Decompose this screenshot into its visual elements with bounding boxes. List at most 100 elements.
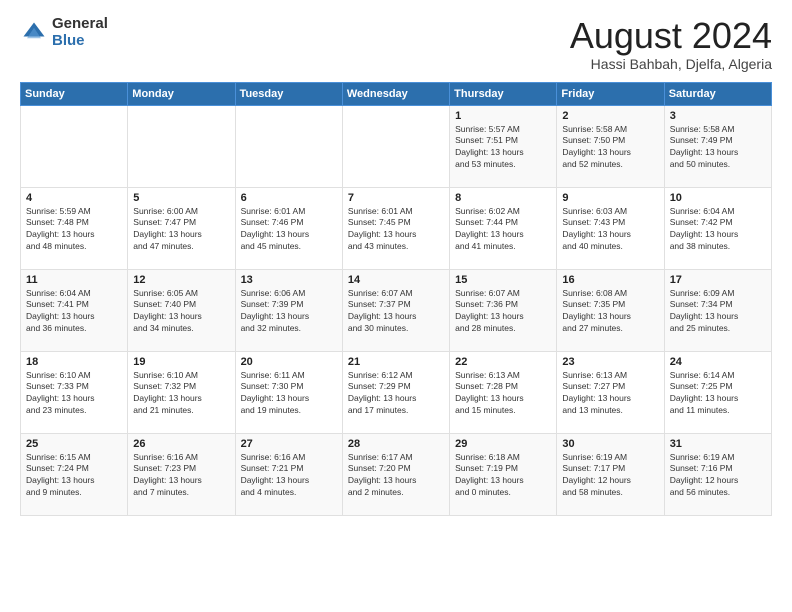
- day-info: Sunrise: 6:07 AM Sunset: 7:37 PM Dayligh…: [348, 288, 444, 336]
- day-info: Sunrise: 6:10 AM Sunset: 7:32 PM Dayligh…: [133, 370, 229, 418]
- day-number: 6: [241, 192, 337, 204]
- day-info: Sunrise: 6:04 AM Sunset: 7:42 PM Dayligh…: [670, 206, 766, 254]
- calendar-cell: 28Sunrise: 6:17 AM Sunset: 7:20 PM Dayli…: [342, 433, 449, 515]
- day-info: Sunrise: 6:13 AM Sunset: 7:27 PM Dayligh…: [562, 370, 658, 418]
- calendar-cell: 12 Sunrise: 6:05 AM Sunset: 7:40 PM Dayli…: [128, 269, 235, 351]
- day-number: 14: [348, 274, 444, 286]
- month-title: August 2024: [570, 16, 772, 56]
- logo-general-text: General: [52, 16, 108, 33]
- calendar-cell: [235, 105, 342, 187]
- day-info: Sunrise: 6:10 AM Sunset: 7:33 PM Dayligh…: [26, 370, 122, 418]
- day-number: 3: [670, 110, 766, 122]
- day-number: 18: [26, 356, 122, 368]
- day-info: Sunrise: 6:02 AM Sunset: 7:44 PM Dayligh…: [455, 206, 551, 254]
- calendar-cell: 8 Sunrise: 6:02 AM Sunset: 7:44 PM Daylig…: [450, 187, 557, 269]
- day-number: 11: [26, 274, 122, 286]
- calendar-cell: 31 Sunrise: 6:19 AM Sunset: 7:16 PM Dayli…: [664, 433, 771, 515]
- day-number: 19: [133, 356, 229, 368]
- col-monday: Monday: [128, 82, 235, 105]
- day-info: Sunrise: 5:59 AM Sunset: 7:48 PM Dayligh…: [26, 206, 122, 254]
- day-number: 15: [455, 274, 551, 286]
- logo-text: General Blue: [52, 16, 108, 49]
- day-number: 16: [562, 274, 658, 286]
- day-info: Sunrise: 6:14 AM Sunset: 7:25 PM Dayligh…: [670, 370, 766, 418]
- col-wednesday: Wednesday: [342, 82, 449, 105]
- day-number: 17: [670, 274, 766, 286]
- day-info: Sunrise: 6:01 AM Sunset: 7:46 PM Dayligh…: [241, 206, 337, 254]
- day-number: 29: [455, 438, 551, 450]
- day-number: 26: [133, 438, 229, 450]
- day-number: 20: [241, 356, 337, 368]
- day-number: 22: [455, 356, 551, 368]
- day-info: Sunrise: 6:11 AM Sunset: 7:30 PM Dayligh…: [241, 370, 337, 418]
- calendar-cell: [21, 105, 128, 187]
- day-number: 30: [562, 438, 658, 450]
- day-info: Sunrise: 6:16 AM Sunset: 7:23 PM Dayligh…: [133, 452, 229, 500]
- day-number: 28: [348, 438, 444, 450]
- col-sunday: Sunday: [21, 82, 128, 105]
- calendar-cell: 7 Sunrise: 6:01 AM Sunset: 7:45 PM Daylig…: [342, 187, 449, 269]
- calendar-cell: 17 Sunrise: 6:09 AM Sunset: 7:34 PM Dayli…: [664, 269, 771, 351]
- calendar-cell: 14 Sunrise: 6:07 AM Sunset: 7:37 PM Dayli…: [342, 269, 449, 351]
- page: General Blue August 2024 Hassi Bahbah, D…: [0, 0, 792, 612]
- day-info: Sunrise: 6:13 AM Sunset: 7:28 PM Dayligh…: [455, 370, 551, 418]
- day-info: Sunrise: 6:15 AM Sunset: 7:24 PM Dayligh…: [26, 452, 122, 500]
- calendar-week-row: 11 Sunrise: 6:04 AM Sunset: 7:41 PM Dayli…: [21, 269, 772, 351]
- calendar-cell: 26 Sunrise: 6:16 AM Sunset: 7:23 PM Dayli…: [128, 433, 235, 515]
- calendar-week-row: 18 Sunrise: 6:10 AM Sunset: 7:33 PM Dayli…: [21, 351, 772, 433]
- day-number: 2: [562, 110, 658, 122]
- calendar-cell: 24 Sunrise: 6:14 AM Sunset: 7:25 PM Dayli…: [664, 351, 771, 433]
- day-info: Sunrise: 6:00 AM Sunset: 7:47 PM Dayligh…: [133, 206, 229, 254]
- calendar-cell: 29 Sunrise: 6:18 AM Sunset: 7:19 PM Dayli…: [450, 433, 557, 515]
- header: General Blue August 2024 Hassi Bahbah, D…: [20, 16, 772, 72]
- calendar-cell: 25Sunrise: 6:15 AM Sunset: 7:24 PM Dayli…: [21, 433, 128, 515]
- day-info: Sunrise: 6:09 AM Sunset: 7:34 PM Dayligh…: [670, 288, 766, 336]
- day-info: Sunrise: 6:03 AM Sunset: 7:43 PM Dayligh…: [562, 206, 658, 254]
- day-info: Sunrise: 6:18 AM Sunset: 7:19 PM Dayligh…: [455, 452, 551, 500]
- title-block: August 2024 Hassi Bahbah, Djelfa, Algeri…: [570, 16, 772, 72]
- day-info: Sunrise: 6:04 AM Sunset: 7:41 PM Dayligh…: [26, 288, 122, 336]
- calendar-cell: 23 Sunrise: 6:13 AM Sunset: 7:27 PM Dayli…: [557, 351, 664, 433]
- calendar-cell: 20 Sunrise: 6:11 AM Sunset: 7:30 PM Dayli…: [235, 351, 342, 433]
- day-number: 9: [562, 192, 658, 204]
- calendar-week-row: 25Sunrise: 6:15 AM Sunset: 7:24 PM Dayli…: [21, 433, 772, 515]
- day-number: 31: [670, 438, 766, 450]
- calendar-cell: 15Sunrise: 6:07 AM Sunset: 7:36 PM Dayli…: [450, 269, 557, 351]
- day-number: 13: [241, 274, 337, 286]
- calendar-cell: 18 Sunrise: 6:10 AM Sunset: 7:33 PM Dayli…: [21, 351, 128, 433]
- day-number: 23: [562, 356, 658, 368]
- day-info: Sunrise: 6:01 AM Sunset: 7:45 PM Dayligh…: [348, 206, 444, 254]
- col-saturday: Saturday: [664, 82, 771, 105]
- calendar-cell: 13 Sunrise: 6:06 AM Sunset: 7:39 PM Dayli…: [235, 269, 342, 351]
- calendar-cell: 19 Sunrise: 6:10 AM Sunset: 7:32 PM Dayli…: [128, 351, 235, 433]
- calendar-week-row: 4Sunrise: 5:59 AM Sunset: 7:48 PM Daylig…: [21, 187, 772, 269]
- calendar-cell: 2Sunrise: 5:58 AM Sunset: 7:50 PM Daylig…: [557, 105, 664, 187]
- calendar-table: Sunday Monday Tuesday Wednesday Thursday…: [20, 82, 772, 516]
- day-number: 24: [670, 356, 766, 368]
- day-info: Sunrise: 6:05 AM Sunset: 7:40 PM Dayligh…: [133, 288, 229, 336]
- calendar-cell: 6 Sunrise: 6:01 AM Sunset: 7:46 PM Daylig…: [235, 187, 342, 269]
- col-friday: Friday: [557, 82, 664, 105]
- calendar-week-row: 1Sunrise: 5:57 AM Sunset: 7:51 PM Daylig…: [21, 105, 772, 187]
- day-info: Sunrise: 6:08 AM Sunset: 7:35 PM Dayligh…: [562, 288, 658, 336]
- col-tuesday: Tuesday: [235, 82, 342, 105]
- day-number: 12: [133, 274, 229, 286]
- calendar-cell: 27Sunrise: 6:16 AM Sunset: 7:21 PM Dayli…: [235, 433, 342, 515]
- day-info: Sunrise: 6:06 AM Sunset: 7:39 PM Dayligh…: [241, 288, 337, 336]
- calendar-cell: 10Sunrise: 6:04 AM Sunset: 7:42 PM Dayli…: [664, 187, 771, 269]
- day-number: 27: [241, 438, 337, 450]
- logo-icon: [20, 19, 48, 47]
- day-number: 21: [348, 356, 444, 368]
- calendar-cell: 21Sunrise: 6:12 AM Sunset: 7:29 PM Dayli…: [342, 351, 449, 433]
- calendar-cell: [342, 105, 449, 187]
- calendar-cell: 4Sunrise: 5:59 AM Sunset: 7:48 PM Daylig…: [21, 187, 128, 269]
- logo: General Blue: [20, 16, 108, 49]
- day-number: 7: [348, 192, 444, 204]
- day-info: Sunrise: 6:19 AM Sunset: 7:17 PM Dayligh…: [562, 452, 658, 500]
- calendar-cell: 3Sunrise: 5:58 AM Sunset: 7:49 PM Daylig…: [664, 105, 771, 187]
- day-info: Sunrise: 6:19 AM Sunset: 7:16 PM Dayligh…: [670, 452, 766, 500]
- calendar-cell: 9 Sunrise: 6:03 AM Sunset: 7:43 PM Daylig…: [557, 187, 664, 269]
- logo-blue-text: Blue: [52, 33, 108, 50]
- day-number: 8: [455, 192, 551, 204]
- calendar-cell: 22 Sunrise: 6:13 AM Sunset: 7:28 PM Dayli…: [450, 351, 557, 433]
